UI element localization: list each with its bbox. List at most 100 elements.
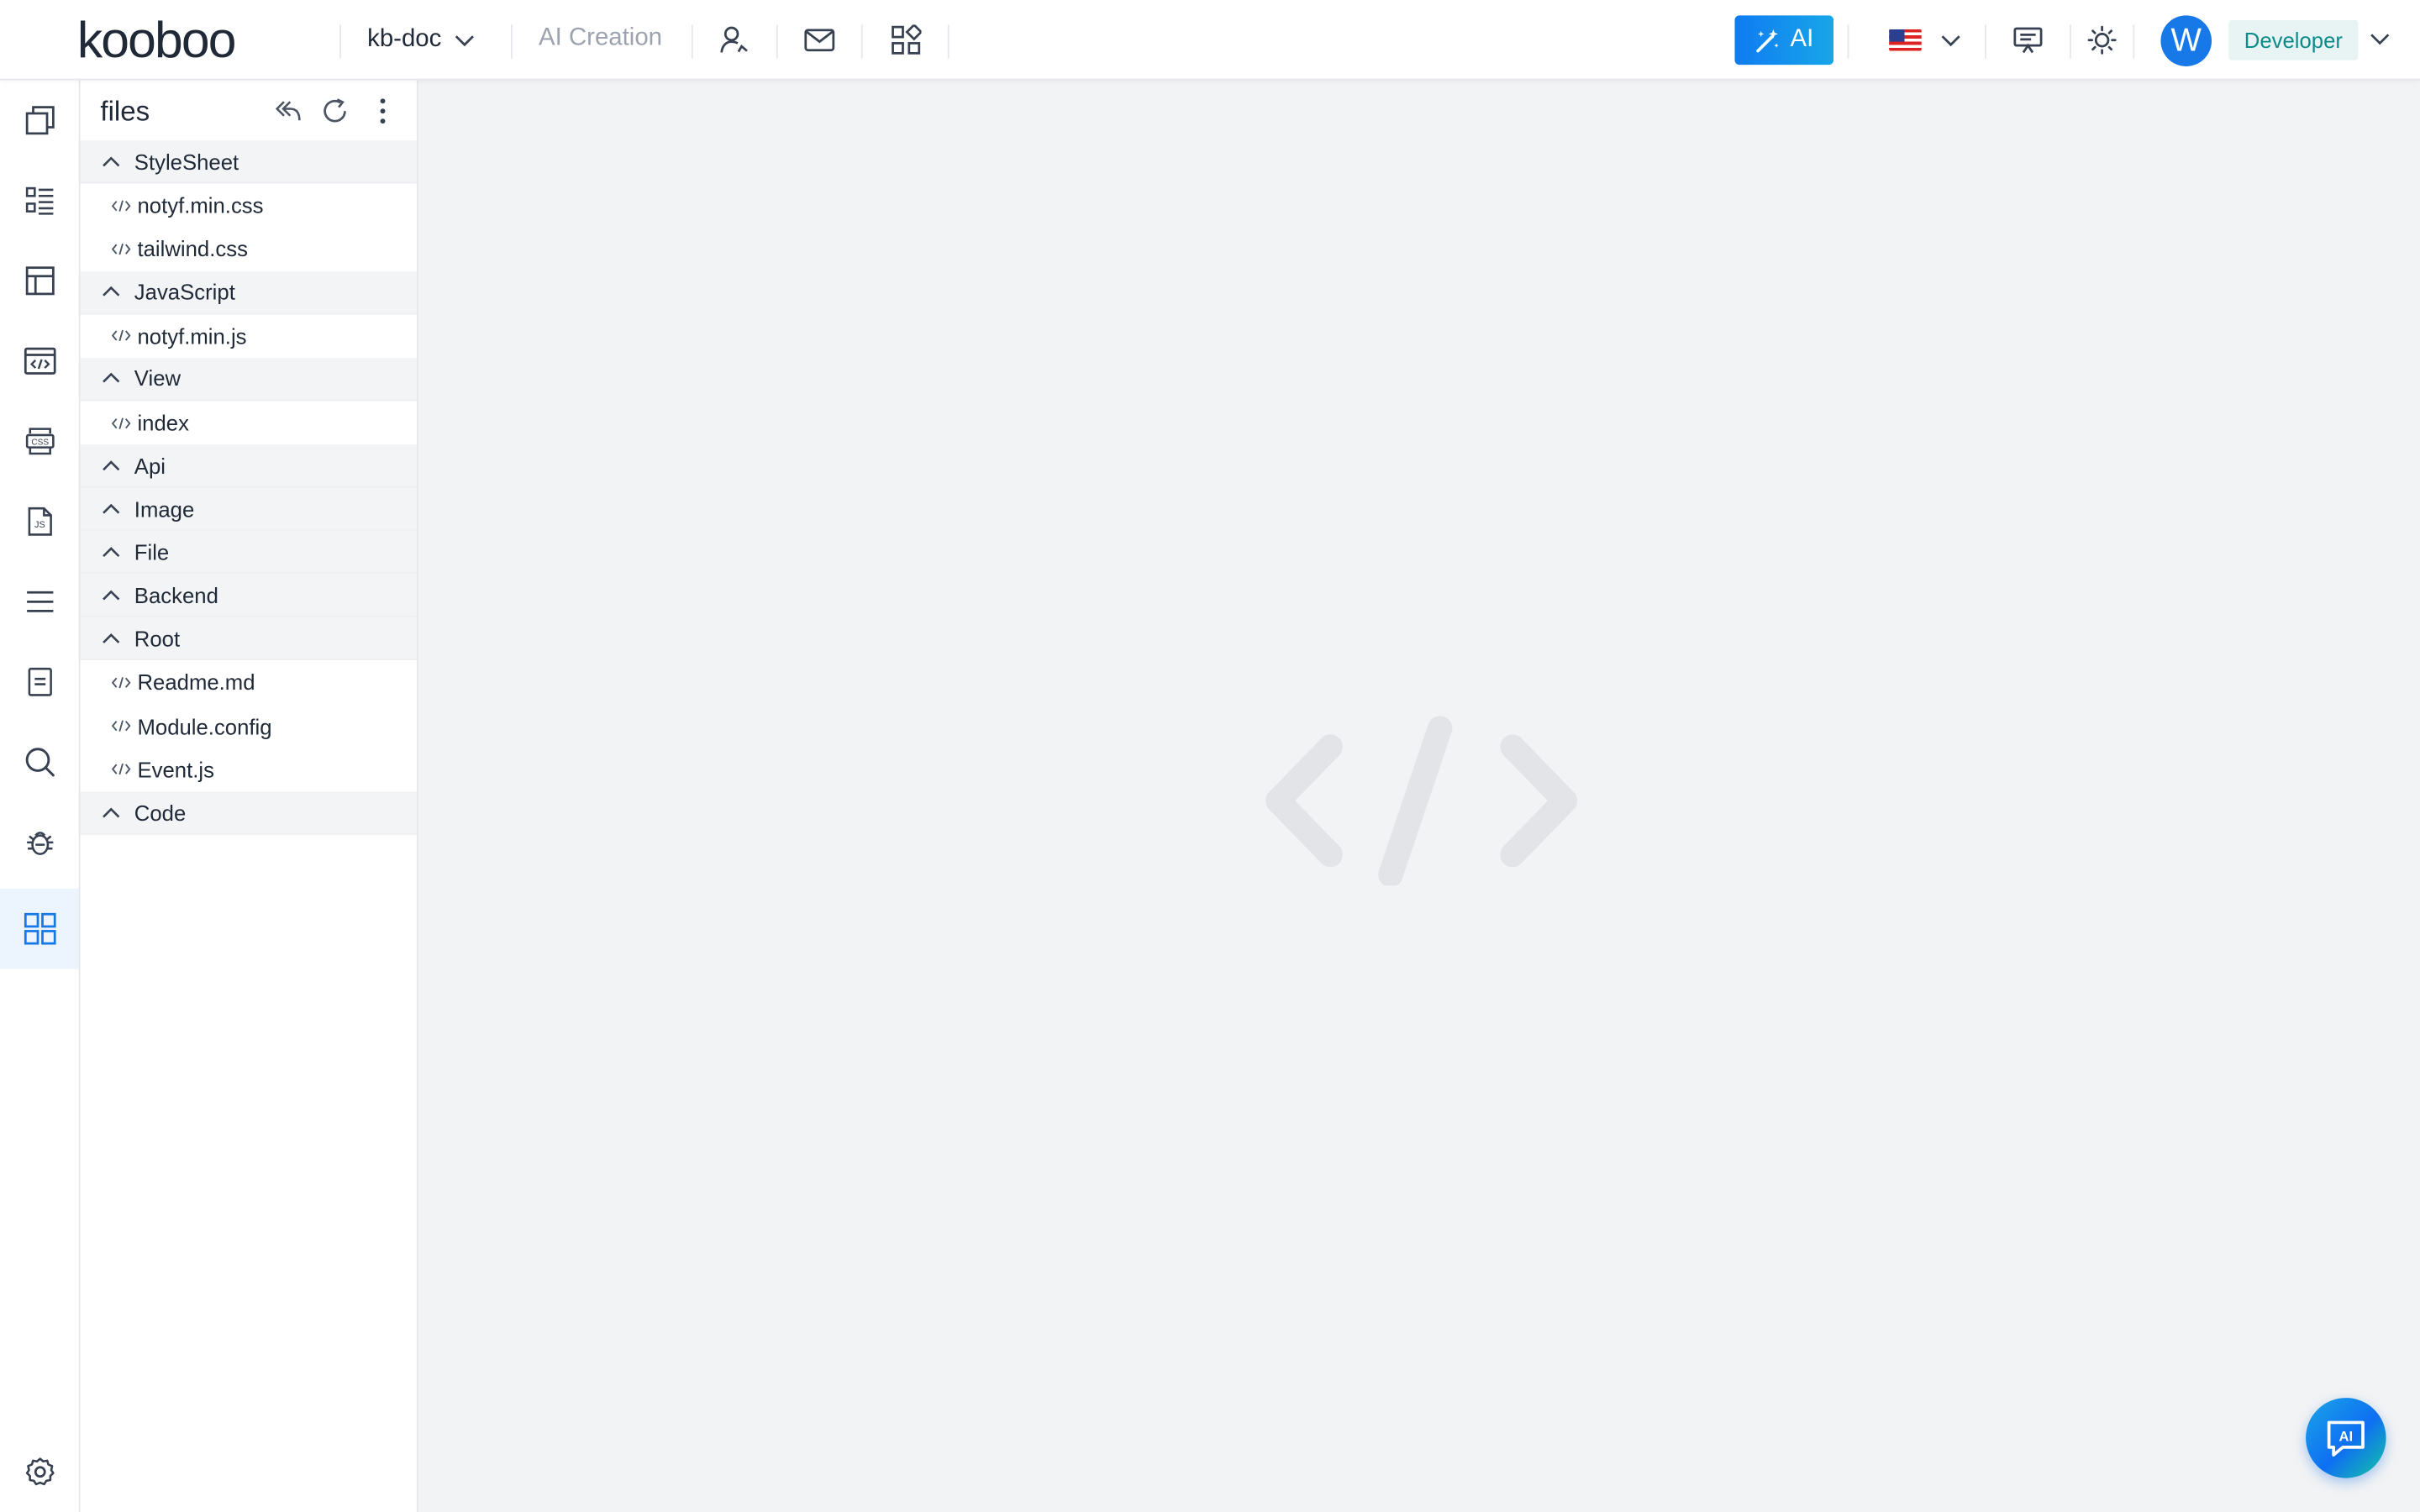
svg-text:JS: JS: [34, 520, 45, 530]
tree-group-backend[interactable]: Backend: [80, 574, 417, 618]
tree-file-label: index: [137, 410, 189, 436]
tree-file-item[interactable]: index: [80, 401, 417, 445]
tree-group-stylesheet[interactable]: StyleSheet: [80, 140, 417, 184]
chevron-up-icon: [103, 546, 120, 557]
ai-creation-link[interactable]: AI Creation: [539, 24, 662, 52]
tree-group-root[interactable]: Root: [80, 617, 417, 661]
tree-group-label: View: [134, 366, 182, 391]
tree-group-label: Image: [134, 496, 195, 522]
divider: [510, 24, 513, 59]
tree-file-item[interactable]: Module.config: [80, 704, 417, 748]
tree-file-label: Event.js: [137, 757, 214, 783]
tree-file-item[interactable]: Readme.md: [80, 660, 417, 705]
magic-wand-icon: [1756, 28, 1779, 52]
tree-group-file[interactable]: File: [80, 531, 417, 575]
divider: [2133, 24, 2135, 59]
tree-file-item[interactable]: notyf.min.css: [80, 183, 417, 228]
code-file-icon: [111, 417, 131, 429]
document-icon[interactable]: [0, 642, 79, 722]
language-selector[interactable]: [1889, 24, 1961, 57]
tree-file-label: Readme.md: [137, 669, 255, 696]
code-editor-icon[interactable]: [0, 321, 79, 402]
left-navigation-rail: CSS JS: [0, 80, 81, 1512]
chevron-up-icon: [103, 155, 120, 166]
chevron-down-icon[interactable]: [2369, 28, 2391, 50]
ai-button[interactable]: AI: [1734, 15, 1834, 66]
tree-file-label: notyf.min.css: [137, 192, 264, 218]
ai-button-label: AI: [1790, 26, 1814, 53]
debug-bug-icon[interactable]: [0, 802, 79, 883]
user-permission-icon[interactable]: [718, 24, 751, 57]
us-flag-icon: [1889, 29, 1922, 51]
tree-group-label: StyleSheet: [134, 149, 239, 174]
settings-gear-icon[interactable]: [0, 1431, 79, 1512]
layout-icon[interactable]: [0, 241, 79, 322]
modules-grid-icon[interactable]: [0, 888, 79, 969]
theme-sun-icon[interactable]: [2085, 24, 2118, 57]
tree-group-label: Root: [134, 626, 181, 651]
more-options-icon[interactable]: [367, 96, 398, 127]
tree-file-item[interactable]: Event.js: [80, 748, 417, 792]
tree-file-item[interactable]: tailwind.css: [80, 227, 417, 271]
tree-group-label: Code: [134, 800, 187, 825]
code-file-icon: [111, 243, 131, 255]
code-placeholder-icon: [1265, 716, 1578, 886]
site-name: kb-doc: [367, 26, 442, 53]
ai-chat-label: AI: [2339, 1429, 2354, 1445]
code-file-icon: [111, 720, 131, 732]
refresh-icon[interactable]: [319, 96, 350, 127]
chevron-up-icon: [103, 459, 120, 470]
search-icon[interactable]: [0, 722, 79, 803]
user-avatar[interactable]: W: [2160, 15, 2212, 66]
content-list-icon[interactable]: [0, 160, 79, 241]
chevron-up-icon: [103, 373, 120, 384]
apps-grid-icon[interactable]: [889, 24, 923, 57]
tree-group-label: File: [134, 539, 170, 564]
code-file-icon: [111, 199, 131, 212]
menu-icon[interactable]: [0, 562, 79, 643]
top-bar: kooboo kb-doc AI Creation AI W Developer: [0, 0, 2420, 81]
divider: [339, 24, 341, 59]
chevron-up-icon: [103, 503, 120, 514]
tree-group-javascript[interactable]: JavaScript: [80, 270, 417, 314]
chevron-up-icon: [103, 633, 120, 643]
js-file-icon[interactable]: JS: [0, 481, 79, 562]
mail-icon[interactable]: [802, 24, 836, 57]
divider: [2070, 24, 2071, 59]
divider: [860, 24, 863, 59]
chevron-up-icon: [103, 286, 120, 297]
code-file-icon: [111, 676, 131, 689]
code-file-icon: [111, 764, 131, 776]
panel-title: files: [100, 95, 150, 127]
tree-group-api[interactable]: Api: [80, 444, 417, 488]
tree-group-view[interactable]: View: [80, 357, 417, 402]
divider: [1847, 24, 1849, 59]
tree-file-item[interactable]: notyf.min.js: [80, 313, 417, 358]
tree-group-label: Api: [134, 453, 166, 478]
file-tree: StyleSheet notyf.min.css tailwind.css JavaS…: [80, 140, 417, 835]
tree-group-image[interactable]: Image: [80, 487, 417, 532]
tree-file-label: tailwind.css: [137, 236, 248, 262]
code-file-icon: [111, 330, 131, 342]
divider: [1985, 24, 1986, 59]
tree-file-label: notyf.min.js: [137, 323, 247, 349]
role-badge[interactable]: Developer: [2228, 19, 2359, 60]
tree-group-label: Backend: [134, 582, 218, 608]
kooboo-logo[interactable]: kooboo: [77, 14, 237, 66]
undo-icon[interactable]: [273, 96, 304, 127]
pages-icon[interactable]: [0, 81, 79, 161]
divider: [776, 24, 778, 59]
site-selector[interactable]: kb-doc: [367, 22, 476, 59]
svg-text:CSS: CSS: [30, 438, 48, 448]
chevron-down-icon: [455, 35, 474, 47]
files-panel-header: files: [81, 81, 417, 142]
tree-group-code[interactable]: Code: [80, 791, 417, 835]
ai-chat-button[interactable]: AI: [2306, 1398, 2386, 1478]
chevron-down-icon: [1941, 35, 1960, 47]
tree-group-label: JavaScript: [134, 279, 235, 305]
tree-file-label: Module.config: [137, 713, 272, 739]
divider: [691, 24, 693, 59]
divider: [947, 24, 950, 59]
presentation-icon[interactable]: [2011, 24, 2044, 57]
css-file-icon[interactable]: CSS: [0, 402, 79, 482]
